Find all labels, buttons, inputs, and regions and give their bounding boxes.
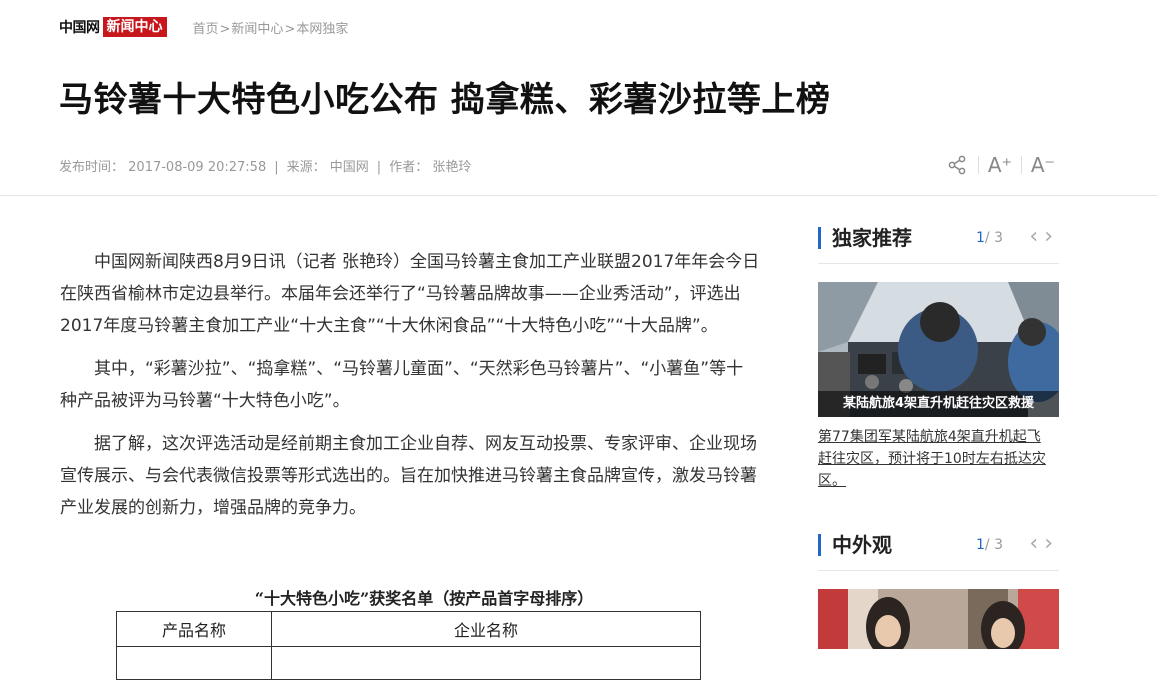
page-total: / 3	[984, 230, 1003, 246]
article-paragraph: 其中，“彩薯沙拉”、“捣拿糕”、“马铃薯儿童面”、“天然彩色马铃薯片”、“小薯鱼…	[60, 359, 744, 411]
pager-arrows: ‹›	[1029, 224, 1059, 249]
tool-divider	[978, 156, 979, 174]
source-link[interactable]: 中国网	[330, 160, 369, 175]
section-accent	[818, 227, 821, 249]
section-divider	[818, 263, 1059, 264]
section-header: 独家推荐 1/ 3 ‹›	[818, 222, 1059, 264]
section-divider	[818, 570, 1059, 571]
tool-divider	[1021, 156, 1022, 174]
breadcrumb-news-center[interactable]: 新闻中心	[231, 22, 283, 37]
article-paragraph: 中国网新闻陕西8月9日讯（记者 张艳玲）全国马铃薯主食加工产业联盟2017年年会…	[60, 252, 760, 336]
top-bar: 中国网 新闻中心 首页>新闻中心>本网独家	[59, 16, 348, 38]
share-icon[interactable]	[942, 150, 972, 180]
breadcrumb-exclusive[interactable]: 本网独家	[296, 22, 348, 37]
news-photo[interactable]	[818, 589, 1059, 649]
section-title: 独家推荐	[832, 226, 912, 250]
page-total: / 3	[984, 537, 1003, 553]
page-current: 1	[976, 537, 985, 553]
photo-caption[interactable]: 某陆航旅4架直升机赶往灾区救援	[818, 391, 1059, 417]
news-photo[interactable]: 某陆航旅4架直升机赶往灾区救援	[818, 282, 1059, 417]
page-current: 1	[976, 230, 985, 246]
author-label: 作者：	[389, 160, 429, 175]
header-divider	[0, 195, 1158, 196]
news-link[interactable]: 第77集团军某陆航旅4架直升机起飞赶往灾区，预计将于10时左右抵达灾区。	[818, 426, 1054, 492]
section-accent	[818, 534, 821, 556]
channel-badge[interactable]: 新闻中心	[102, 17, 167, 37]
author-name: 张艳玲	[432, 160, 472, 175]
article-tools: A⁺ A⁻	[942, 150, 1058, 180]
pager-arrows: ‹›	[1029, 531, 1059, 556]
street-people-image	[818, 589, 1059, 649]
column-header-company: 企业名称	[271, 611, 701, 647]
pager: 1/ 3	[976, 537, 1003, 553]
article-meta: 发布时间： 2017-08-09 20:27:58 | 来源： 中国网 | 作者： 张艳…	[59, 160, 472, 175]
table-cell	[271, 646, 701, 680]
section-title: 中外观	[832, 533, 892, 557]
awards-table-title: “十大特色小吃”获奖名单（按产品首字母排序）	[254, 589, 594, 608]
source-label: 来源：	[286, 160, 326, 175]
chevron-left-icon[interactable]: ‹	[1029, 224, 1044, 249]
chevron-left-icon[interactable]: ‹	[1029, 531, 1044, 556]
publish-time: 2017-08-09 20:27:58	[128, 160, 267, 175]
breadcrumb-home[interactable]: 首页	[193, 22, 219, 37]
page-title: 马铃薯十大特色小吃公布 捣拿糕、彩薯沙拉等上榜	[59, 80, 831, 120]
article-paragraph: 据了解，这次评选活动是经前期主食加工企业自荐、网友互动投票、专家评审、企业现场宣…	[60, 434, 757, 518]
table-cell	[116, 646, 272, 680]
chevron-right-icon[interactable]: ›	[1044, 224, 1059, 249]
time-label: 发布时间：	[59, 160, 125, 175]
font-increase-button[interactable]: A⁺	[985, 150, 1015, 180]
pager: 1/ 3	[976, 230, 1003, 246]
breadcrumb: 首页>新闻中心>本网独家	[192, 21, 349, 37]
section-header: 中外观 1/ 3 ‹›	[818, 529, 1059, 571]
chevron-right-icon[interactable]: ›	[1044, 531, 1059, 556]
site-logo[interactable]: 中国网	[59, 17, 100, 37]
article-body: 中国网新闻陕西8月9日讯（记者 张艳玲）全国马铃薯主食加工产业联盟2017年年会…	[60, 246, 760, 535]
awards-table: 产品名称 企业名称	[116, 611, 701, 680]
column-header-product: 产品名称	[116, 611, 272, 647]
font-decrease-button[interactable]: A⁻	[1028, 150, 1058, 180]
